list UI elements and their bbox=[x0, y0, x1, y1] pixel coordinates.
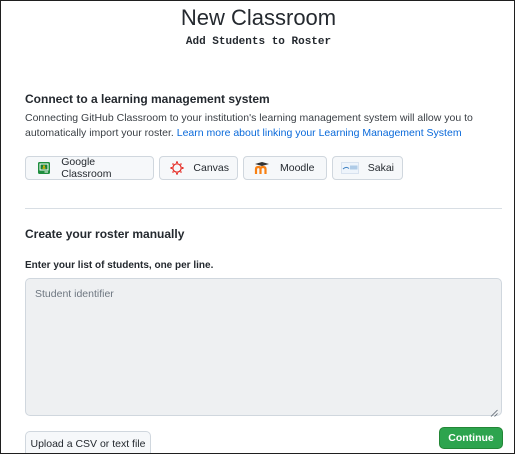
sakai-label: Sakai bbox=[367, 162, 394, 174]
moodle-button[interactable]: Moodle bbox=[243, 156, 327, 180]
page-title: New Classroom bbox=[180, 5, 337, 30]
resize-grip-icon[interactable] bbox=[490, 404, 498, 417]
upload-csv-button[interactable]: Upload a CSV or text file bbox=[25, 431, 151, 453]
student-list-label: Enter your list of students, one per lin… bbox=[25, 260, 214, 271]
student-list-textarea[interactable]: Student identifier bbox=[25, 278, 502, 417]
lms-heading: Connect to a learning management system bbox=[25, 92, 270, 106]
continue-button[interactable]: Continue bbox=[439, 427, 503, 449]
sakai-icon bbox=[341, 160, 360, 176]
moodle-label: Moodle bbox=[280, 162, 315, 174]
google-classroom-label: Google Classroom bbox=[61, 156, 112, 180]
learn-more-link[interactable]: Learn more about linking your Learning M… bbox=[177, 127, 462, 139]
student-list-placeholder: Student identifier bbox=[35, 288, 114, 300]
canvas-button[interactable]: Canvas bbox=[159, 156, 238, 180]
lms-button-row: Google Classroom Canvas Moodle Sakai bbox=[25, 156, 403, 180]
section-divider bbox=[25, 208, 502, 209]
manual-roster-heading: Create your roster manually bbox=[25, 227, 185, 241]
moodle-icon bbox=[252, 160, 272, 176]
canvas-icon bbox=[168, 160, 185, 176]
canvas-label: Canvas bbox=[193, 162, 229, 174]
google-classroom-button[interactable]: Google Classroom bbox=[25, 156, 154, 180]
page-subtitle: Add Students to Roster bbox=[185, 36, 332, 48]
google-classroom-icon bbox=[34, 160, 53, 176]
page-frame: New Classroom Add Students to Roster Con… bbox=[0, 0, 515, 454]
sakai-button[interactable]: Sakai bbox=[332, 156, 403, 180]
lms-description: Connecting GitHub Classroom to your inst… bbox=[25, 111, 505, 141]
